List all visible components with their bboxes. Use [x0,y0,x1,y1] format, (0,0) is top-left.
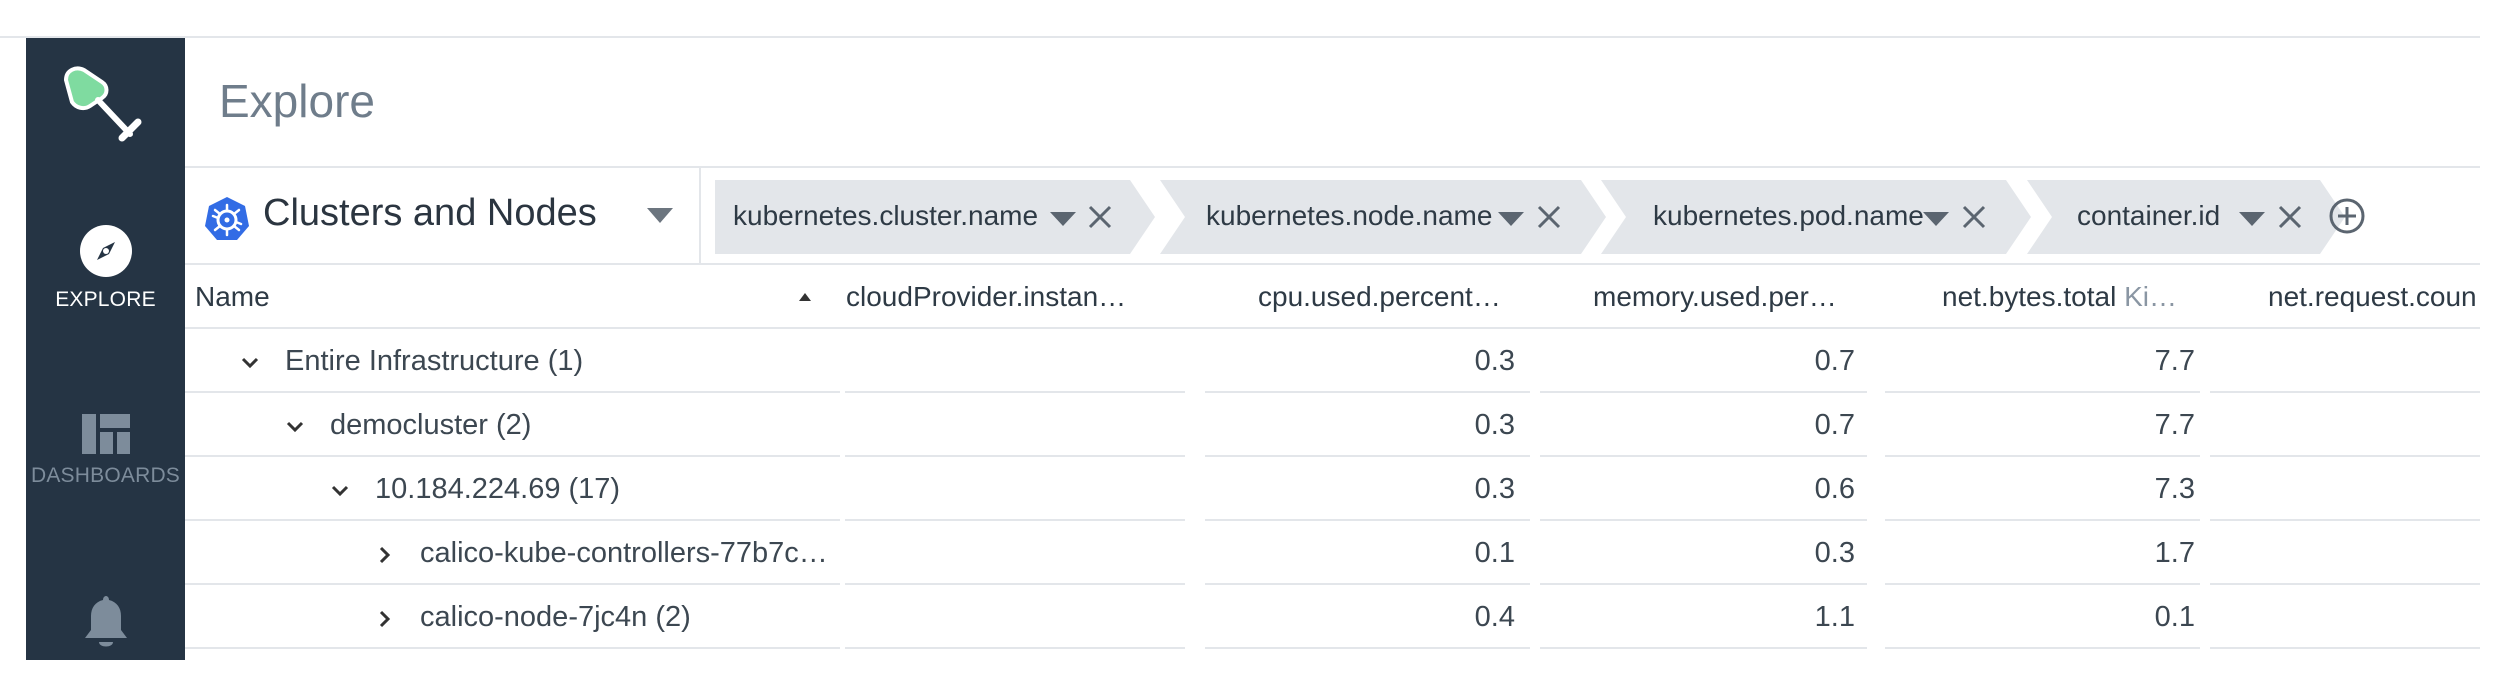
chevron-down-icon[interactable] [1923,212,1949,226]
table-row[interactable]: calico-kube-controllers-77b7c… 0.1 0.3 1.7 [185,521,2480,585]
sidebar-item-explore[interactable]: EXPLORE [26,224,185,312]
row-cpu-value: 0.1 [1474,537,1515,569]
sidebar-item-dashboards[interactable]: DASHBOARDS [26,414,185,488]
sidebar-item-label: DASHBOARDS [30,464,181,487]
close-icon[interactable] [1085,202,1115,232]
chip-label: kubernetes.node.name [1206,200,1493,231]
row-memory-value: 0.7 [1814,345,1855,377]
compass-icon [79,225,132,277]
row-divider [1885,647,2200,649]
column-header-memory[interactable]: memory.used.per… [1593,281,1893,313]
row-name: 10.184.224.69 (17) [375,473,621,505]
row-memory-value: 0.6 [1814,473,1855,505]
row-net-value: 7.7 [2154,409,2195,441]
row-net-value: 7.3 [2154,473,2195,505]
row-name: democluster (2) [330,409,532,441]
row-cpu-value: 0.3 [1474,473,1515,505]
column-header-cpu[interactable]: cpu.used.percent… [1258,281,1558,313]
chevron-right-icon[interactable] [375,545,395,565]
grouping-chip[interactable]: kubernetes.node.name [1160,180,1606,254]
chip-label: kubernetes.cluster.name [733,200,1039,231]
row-divider [1205,647,1530,649]
chevron-down-icon [647,208,673,223]
sort-ascending-icon[interactable] [799,293,811,301]
sidebar-item-label: EXPLORE [55,288,156,311]
row-divider [1540,647,1867,649]
chevron-down-icon[interactable] [240,353,260,373]
row-divider [845,647,1185,649]
row-cpu-value: 0.3 [1474,345,1515,377]
row-net-value: 1.7 [2154,537,2195,569]
row-memory-value: 0.7 [1814,409,1855,441]
close-icon[interactable] [2275,202,2305,232]
chevron-down-icon[interactable] [2239,212,2265,226]
row-cpu-value: 0.3 [1474,409,1515,441]
close-icon[interactable] [1534,202,1564,232]
close-icon[interactable] [1959,202,1989,232]
row-name: calico-kube-controllers-77b7c… [420,537,828,569]
column-header-net-request[interactable]: net.request.coun [2268,281,2480,313]
grouping-chip[interactable]: kubernetes.cluster.name [715,180,1155,254]
kubernetes-icon [205,197,249,240]
grouping-chip[interactable]: kubernetes.pod.name [1601,180,2031,254]
grouping-bar: Clusters and Nodes kubernetes.cluster.na… [185,166,2480,265]
grouping-chip[interactable]: container.id [2027,180,2345,254]
chevron-down-icon[interactable] [1050,212,1076,226]
row-name: Entire Infrastructure (1) [285,345,584,377]
column-header-cloudprovider[interactable]: cloudProvider.instan… [846,281,1146,313]
table-row[interactable]: democluster (2) 0.3 0.7 7.7 [185,393,2480,457]
chevron-down-icon[interactable] [330,481,350,501]
dashboard-icon [81,414,130,454]
grouping-label: Clusters and Nodes [263,192,597,234]
table-header: Name cloudProvider.instan… cpu.used.perc… [185,265,2480,329]
chip-label: kubernetes.pod.name [1653,200,1924,231]
row-net-value: 7.7 [2154,345,2195,377]
chevron-down-icon[interactable] [285,417,305,437]
column-header-name[interactable]: Name [195,281,755,313]
chevron-down-icon[interactable] [1498,212,1524,226]
column-header-net-bytes[interactable]: net.bytes.total Ki… [1942,281,2242,313]
sidebar-item-alerts[interactable] [26,594,185,650]
add-circle-icon[interactable] [2327,196,2367,236]
row-divider [185,647,840,649]
shovel-logo-icon[interactable] [58,60,150,152]
bell-icon [84,596,127,647]
row-divider [2210,647,2480,649]
sidebar: EXPLORE DASHBOARDS [26,38,185,660]
row-cpu-value: 0.4 [1474,601,1515,633]
chevron-right-icon[interactable] [375,609,395,629]
table-row[interactable]: 10.184.224.69 (17) 0.3 0.6 7.3 [185,457,2480,521]
chip-label: container.id [2077,200,2221,231]
table-row[interactable]: Entire Infrastructure (1) 0.3 0.7 7.7 [185,329,2480,393]
row-memory-value: 0.3 [1814,537,1855,569]
table-row[interactable]: calico-node-7jc4n (2) 0.4 1.1 0.1 [185,585,2480,649]
row-net-value: 0.1 [2154,601,2195,633]
row-name: calico-node-7jc4n (2) [420,601,691,633]
page-title: Explore [219,75,375,127]
grouping-dropdown[interactable]: Clusters and Nodes [185,168,701,264]
row-memory-value: 1.1 [1814,601,1855,633]
